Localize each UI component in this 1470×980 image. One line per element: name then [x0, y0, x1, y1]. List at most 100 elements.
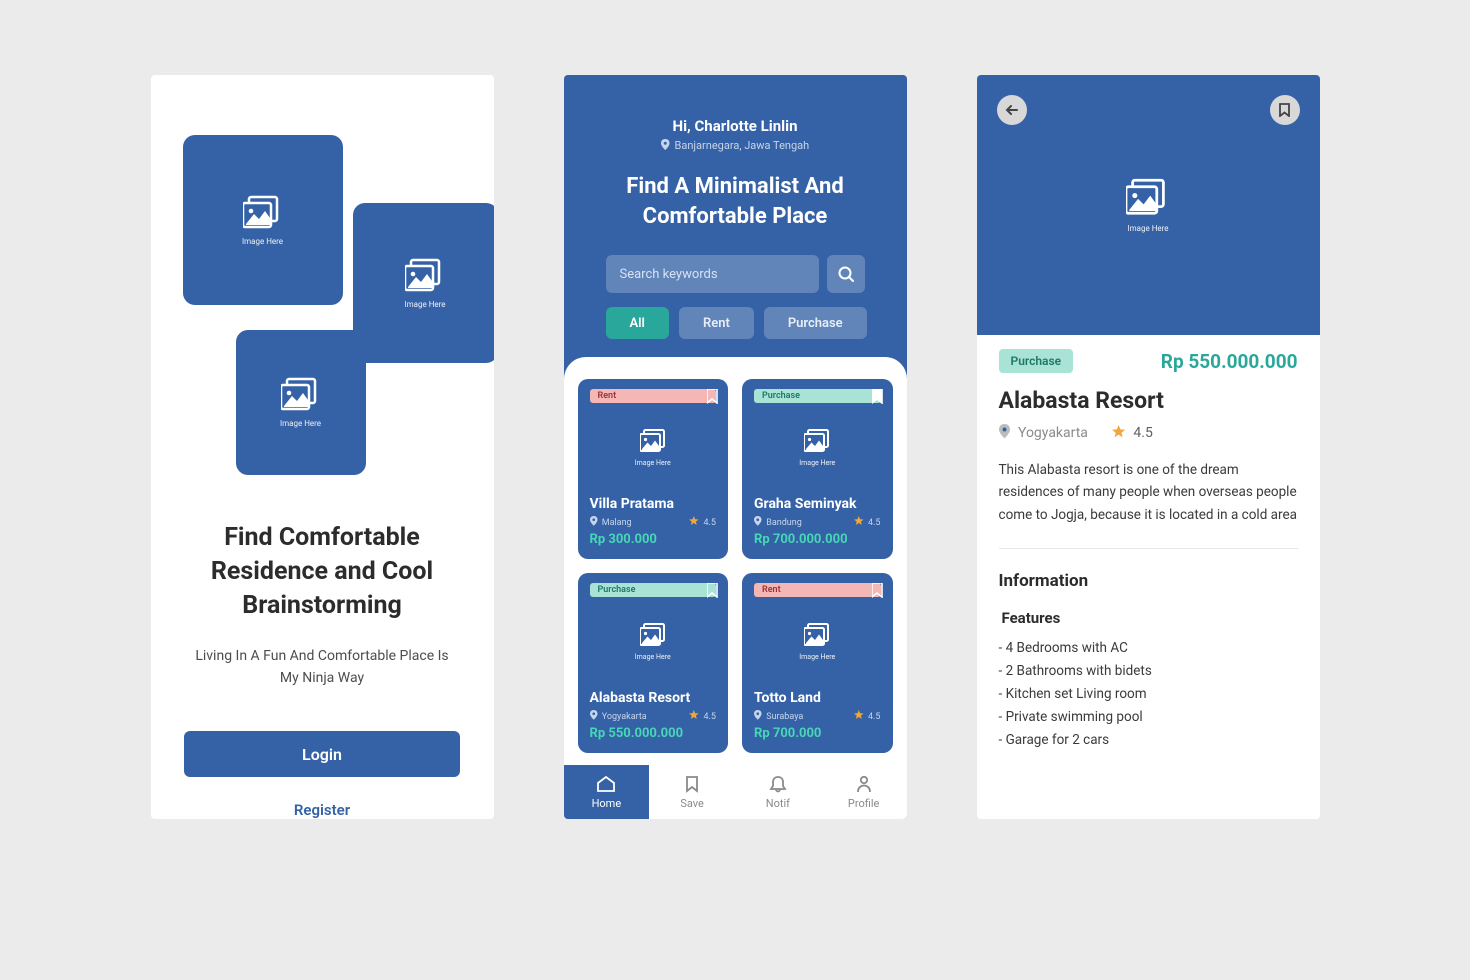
bookmark-icon [707, 389, 718, 404]
property-rating: 4.5 [689, 710, 716, 722]
feature-item: Private swimming pool [999, 706, 1298, 729]
bookmark-icon [872, 389, 883, 404]
bookmark-icon [685, 775, 699, 793]
star-icon [854, 710, 864, 720]
onboarding-title: Find Comfortable Residence and Cool Brai… [151, 521, 494, 622]
property-price: Rp 550.000.000 [590, 726, 717, 741]
property-card[interactable]: Rent Image Here Villa Pratama Malang 4.5… [578, 379, 729, 559]
detail-hero-image: Image Here [977, 75, 1320, 335]
features-list: 4 Bedrooms with AC2 Bathrooms with bidet… [999, 637, 1298, 752]
image-placeholder-icon [804, 429, 830, 453]
star-icon [689, 710, 699, 720]
filter-rent[interactable]: Rent [679, 307, 754, 339]
property-location: Yogyakarta [590, 710, 647, 722]
star-icon [854, 516, 864, 526]
onboarding-screen: Image Here Image Here Image Here Find Co… [151, 75, 494, 819]
pin-icon [999, 424, 1011, 439]
bookmark-icon [707, 583, 718, 598]
bookmark-button[interactable] [872, 389, 883, 408]
property-card[interactable]: Rent Image Here Totto Land Surabaya 4.5 … [742, 573, 893, 753]
bell-icon [769, 775, 787, 793]
property-price: Rp 300.000 [590, 532, 717, 547]
image-placeholder-card: Image Here [183, 135, 343, 305]
home-screen: Hi, Charlotte Linlin Banjarnegara, Jawa … [564, 75, 907, 819]
pin-icon [590, 710, 598, 720]
image-placeholder-label: Image Here [242, 237, 283, 246]
greeting-location: Banjarnegara, Jawa Tengah [584, 139, 887, 152]
property-name: Alabasta Resort [590, 690, 717, 706]
property-rating: 4.5 [854, 516, 881, 528]
listing-tag: Rent [590, 389, 717, 403]
detail-rating: 4.5 [1112, 425, 1153, 441]
property-price: Rp 700.000.000 [754, 532, 881, 547]
pin-icon [590, 516, 598, 526]
feature-item: 2 Bathrooms with bidets [999, 660, 1298, 683]
back-button[interactable] [997, 95, 1027, 125]
bookmark-icon [872, 583, 883, 598]
search-button[interactable] [827, 255, 865, 293]
hero-title: Find A Minimalist And Comfortable Place [584, 172, 887, 231]
image-placeholder-label: Image Here [635, 459, 671, 467]
image-placeholder-icon [640, 623, 666, 647]
bookmark-button[interactable] [707, 389, 718, 408]
bookmark-button[interactable] [872, 583, 883, 602]
property-card[interactable]: Purchase Image Here Alabasta Resort Yogy… [578, 573, 729, 753]
pin-icon [754, 710, 762, 720]
listing-tag: Rent [754, 583, 881, 597]
property-location: Malang [590, 516, 632, 528]
image-placeholder-card: Image Here [353, 203, 494, 363]
image-placeholder-icon [640, 429, 666, 453]
home-icon [596, 775, 616, 793]
detail-screen: Image Here Purchase Rp 550.000.000 Alaba… [977, 75, 1320, 819]
card-image-placeholder: Image Here [590, 403, 717, 492]
filter-purchase[interactable]: Purchase [764, 307, 867, 339]
nav-profile[interactable]: Profile [821, 765, 907, 819]
image-placeholder-icon [1126, 178, 1170, 218]
onboarding-subtitle: Living In A Fun And Comfortable Place Is… [151, 645, 494, 690]
card-image-placeholder: Image Here [590, 597, 717, 686]
detail-title: Alabasta Resort [999, 387, 1298, 414]
image-placeholder-card: Image Here [236, 330, 366, 475]
listings-panel: Rent Image Here Villa Pratama Malang 4.5… [564, 357, 907, 765]
detail-location: Yogyakarta [999, 424, 1088, 441]
nav-save[interactable]: Save [649, 765, 735, 819]
nav-home[interactable]: Home [564, 765, 650, 819]
image-placeholder-label: Image Here [280, 419, 321, 428]
image-placeholder-label: Image Here [1127, 224, 1168, 233]
features-heading: Features [1002, 609, 1298, 627]
property-name: Totto Land [754, 690, 881, 706]
information-heading: Information [999, 571, 1298, 591]
register-link[interactable]: Register [294, 801, 350, 819]
pin-icon [754, 516, 762, 526]
image-placeholder-icon [281, 377, 321, 413]
image-placeholder-label: Image Here [799, 653, 835, 661]
divider [999, 548, 1298, 549]
detail-sheet: Purchase Rp 550.000.000 Alabasta Resort … [977, 317, 1320, 819]
property-rating: 4.5 [689, 516, 716, 528]
onboarding-image-cards: Image Here Image Here Image Here [151, 135, 494, 471]
bookmark-button[interactable] [707, 583, 718, 602]
greeting-name: Hi, Charlotte Linlin [584, 117, 887, 135]
image-placeholder-icon [243, 195, 283, 231]
bookmark-icon [1279, 103, 1290, 117]
nav-notif[interactable]: Notif [735, 765, 821, 819]
login-button[interactable]: Login [184, 731, 460, 777]
property-card[interactable]: Purchase Image Here Graha Seminyak Bandu… [742, 379, 893, 559]
property-name: Graha Seminyak [754, 496, 881, 512]
star-icon [689, 516, 699, 526]
detail-description: This Alabasta resort is one of the dream… [999, 459, 1298, 526]
filter-all[interactable]: All [606, 307, 669, 339]
pin-icon [661, 139, 670, 150]
listing-tag: Purchase [754, 389, 881, 403]
property-location: Bandung [754, 516, 802, 528]
search-input[interactable] [606, 255, 819, 293]
property-rating: 4.5 [854, 710, 881, 722]
star-icon [1112, 425, 1126, 439]
feature-item: 4 Bedrooms with AC [999, 637, 1298, 660]
property-price: Rp 700.000 [754, 726, 881, 741]
save-button[interactable] [1270, 95, 1300, 125]
property-name: Villa Pratama [590, 496, 717, 512]
bottom-nav: Home Save Notif Profile [564, 765, 907, 819]
listing-tag: Purchase [590, 583, 717, 597]
home-header: Hi, Charlotte Linlin Banjarnegara, Jawa … [564, 75, 907, 339]
